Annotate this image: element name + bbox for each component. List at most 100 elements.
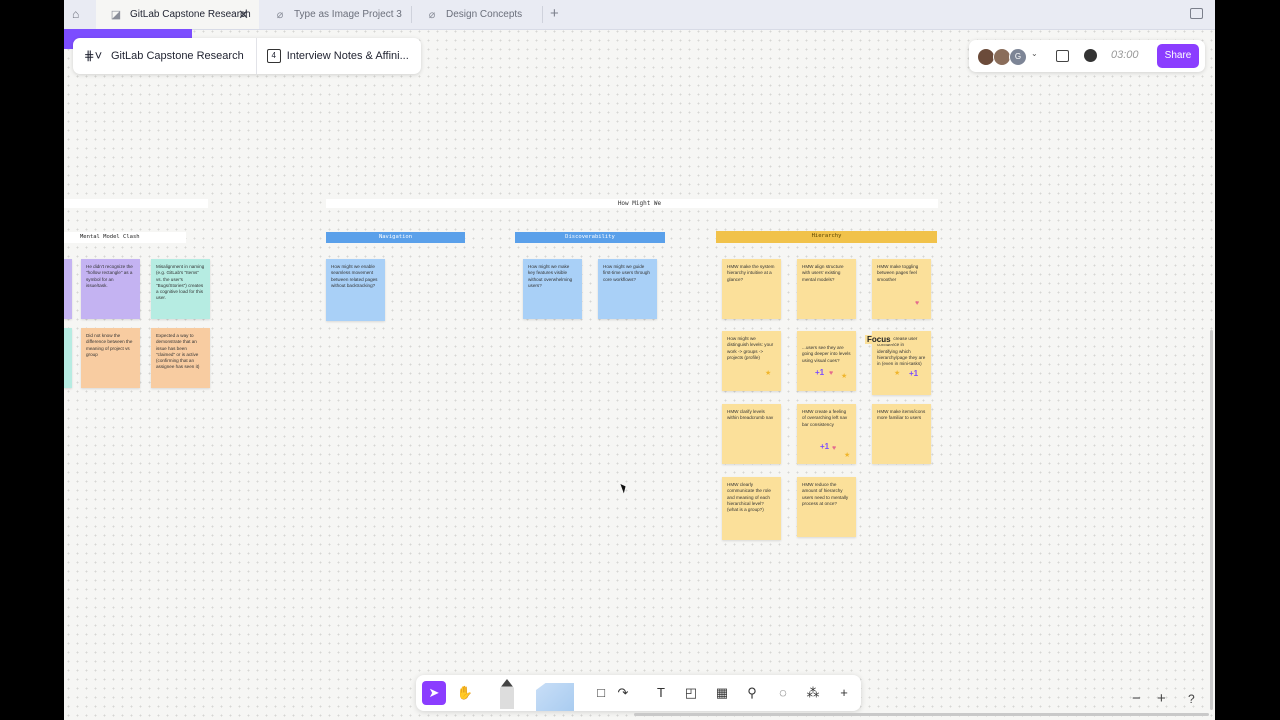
table-tool-icon[interactable]: ▦	[712, 683, 732, 703]
share-button[interactable]: Share	[1157, 44, 1199, 68]
section-tool-icon[interactable]: ◰	[681, 683, 701, 703]
star-reaction-icon[interactable]: ★	[844, 451, 850, 459]
column-header-navigation[interactable]: Navigation	[326, 232, 465, 243]
sticky-note[interactable]	[64, 328, 72, 388]
tab-label: GitLab Capstone Research	[130, 9, 251, 20]
heart-reaction-icon[interactable]: ♥	[829, 370, 833, 377]
sticky-note[interactable]: He didn't recognize the "hollow rectangl…	[81, 259, 140, 319]
close-icon[interactable]: ✕	[238, 7, 249, 23]
sticky-note[interactable]	[64, 259, 72, 319]
sticky-text: ...users see they are going deeper into …	[802, 345, 851, 363]
sticker-tool-icon[interactable]: ◌	[773, 683, 793, 703]
layout-icon[interactable]	[1056, 50, 1069, 62]
sticky-note[interactable]: HMW align structure with users' existing…	[797, 259, 856, 319]
sticky-text: Misalignment in naming (e.g. GitLab's "I…	[156, 264, 205, 301]
sticky-text: HMW align structure with users' existing…	[802, 264, 844, 282]
pen-tool-icon[interactable]	[500, 679, 514, 709]
sticky-text: HMW make toggling between pages feel smo…	[877, 264, 919, 282]
sticky-note[interactable]: Misalignment in naming (e.g. GitLab's "I…	[151, 259, 210, 319]
file-menu-bar: ⋕˅ GitLab Capstone Research 4 Interview …	[73, 38, 421, 74]
sticky-note[interactable]: Did not know the difference between the …	[81, 328, 140, 388]
connector-tool-icon[interactable]: ↷	[613, 683, 633, 703]
star-reaction-icon[interactable]: ★	[841, 372, 847, 380]
horizontal-scrollbar[interactable]	[634, 713, 1209, 716]
add-tool-icon[interactable]: +	[834, 683, 854, 703]
file-title[interactable]: GitLab Capstone Research	[107, 50, 256, 62]
plus-one-reaction[interactable]: +1	[909, 369, 918, 378]
sticky-text: He didn't recognize the "hollow rectangl…	[86, 264, 133, 288]
sticky-note[interactable]: HMW clarify levels within breadcrumb nav	[722, 404, 781, 464]
avatar[interactable]: G	[1009, 48, 1027, 66]
help-button[interactable]: ?	[1188, 692, 1195, 706]
sticky-note[interactable]: How might we enable seamless movement be…	[326, 259, 385, 321]
plus-one-reaction[interactable]: +1	[820, 442, 829, 451]
sticky-text: How might we distinguish levels: your wo…	[727, 336, 774, 360]
zoom-in-button[interactable]: +	[1157, 690, 1166, 707]
marker-tool-icon[interactable]	[536, 683, 574, 711]
star-reaction-icon[interactable]: ★	[894, 369, 900, 377]
timer-display[interactable]: 03:00	[1111, 49, 1139, 61]
tab-divider	[542, 6, 543, 23]
tab-design-concepts[interactable]: ⌀ Design Concepts	[412, 0, 542, 29]
column-header-hierarchy[interactable]: Hierarchy	[716, 231, 937, 243]
collab-toolbar: G ⌄ 03:00 Share	[969, 40, 1205, 72]
page-number: 4	[266, 49, 281, 63]
sticky-text: How might we guide first-time users thro…	[603, 264, 650, 282]
sticky-note[interactable]: HMW clearly communicate the role and mea…	[722, 477, 781, 540]
vertical-scrollbar[interactable]	[1210, 330, 1213, 710]
column-header-mental-model[interactable]: Mental Model Clash	[64, 232, 186, 243]
shape-tool-icon[interactable]: □	[591, 683, 611, 703]
tab-gitlab-capstone[interactable]: ◪ GitLab Capstone Research ✕	[96, 0, 259, 29]
move-tool-icon[interactable]: ➤	[422, 681, 446, 705]
tab-bar: ⌂ ◪ GitLab Capstone Research ✕ ⌀ Type as…	[64, 0, 1215, 30]
sticky-note[interactable]: HMW make the system hierarchy intuitive …	[722, 259, 781, 319]
page-title: Interview Notes & Affini...	[286, 50, 409, 62]
heart-reaction-icon[interactable]: ♥	[832, 445, 836, 452]
sticky-note[interactable]: Expected a way to demonstrate that an is…	[151, 328, 210, 388]
zoom-out-button[interactable]: −	[1132, 690, 1141, 707]
sticky-note[interactable]: How might we make key features visible w…	[523, 259, 582, 319]
mouse-cursor-icon	[620, 482, 628, 494]
sticky-text: HMW reduce the amount of hierarchy users…	[802, 482, 849, 506]
stamp-tool-icon[interactable]: ⚲	[742, 683, 762, 703]
sticky-text: HMW make the system hierarchy intuitive …	[727, 264, 775, 282]
text-tool-icon[interactable]: T	[651, 683, 671, 703]
sticky-text: HMW make items/icons more familiar to us…	[877, 409, 926, 421]
tab-label: Type as Image Project 3	[294, 9, 402, 20]
figjam-menu-icon[interactable]: ⋕˅	[79, 48, 107, 64]
sticky-text: Expected a way to demonstrate that an is…	[156, 333, 200, 370]
bottom-toolbar: ➤ ✋ □ ↷ T ◰ ▦ ⚲ ◌ ⁂ +	[416, 675, 861, 711]
column-header-discoverability[interactable]: Discoverability	[515, 232, 665, 243]
sticky-note[interactable]: HMW make items/icons more familiar to us…	[872, 404, 931, 464]
draft-icon: ⌀	[276, 8, 284, 21]
chevron-down-icon[interactable]: ⌄	[1031, 49, 1038, 58]
page-selector[interactable]: 4 Interview Notes & Affini...	[257, 49, 409, 63]
figjam-file-icon: ◪	[110, 8, 122, 21]
sticky-note[interactable]: How might we guide first-time users thro…	[598, 259, 657, 319]
home-icon[interactable]: ⌂	[72, 7, 86, 21]
more-tools-icon[interactable]: ⁂	[803, 683, 823, 703]
sticky-note[interactable]: ...users see they are going deeper into …	[797, 331, 856, 391]
sticky-text: HMW create a feeling of overarching left…	[802, 409, 848, 427]
sticky-text: How might we make key features visible w…	[528, 264, 573, 288]
sidebar-toggle-icon[interactable]	[1190, 8, 1203, 19]
sticky-note[interactable]: HMW make toggling between pages feel smo…	[872, 259, 931, 319]
heart-reaction-icon[interactable]: ♥	[915, 300, 919, 307]
tab-label: Design Concepts	[446, 9, 523, 20]
section-title: How Might We	[617, 200, 662, 207]
hand-tool-icon[interactable]: ✋	[455, 683, 475, 703]
timer-icon[interactable]	[1084, 49, 1097, 62]
sticky-text: Did not know the difference between the …	[86, 333, 133, 357]
tab-type-as-image[interactable]: ⌀ Type as Image Project 3	[260, 0, 410, 29]
star-reaction-icon[interactable]: ★	[765, 369, 771, 377]
figjam-app: ⌂ ◪ GitLab Capstone Research ✕ ⌀ Type as…	[64, 0, 1215, 720]
sticky-text: HMW clarify levels within breadcrumb nav	[727, 409, 774, 421]
sticky-text: How might we enable seamless movement be…	[331, 264, 378, 288]
new-tab-icon[interactable]: +	[550, 5, 559, 22]
focus-label[interactable]: Focus	[865, 335, 893, 344]
draft-icon: ⌀	[428, 8, 436, 21]
sticky-note[interactable]: How might we distinguish levels: your wo…	[722, 331, 781, 391]
sticky-note[interactable]: HMW reduce the amount of hierarchy users…	[797, 477, 856, 537]
sticky-text: HMW clearly communicate the role and mea…	[727, 482, 771, 513]
plus-one-reaction[interactable]: +1	[815, 368, 824, 377]
